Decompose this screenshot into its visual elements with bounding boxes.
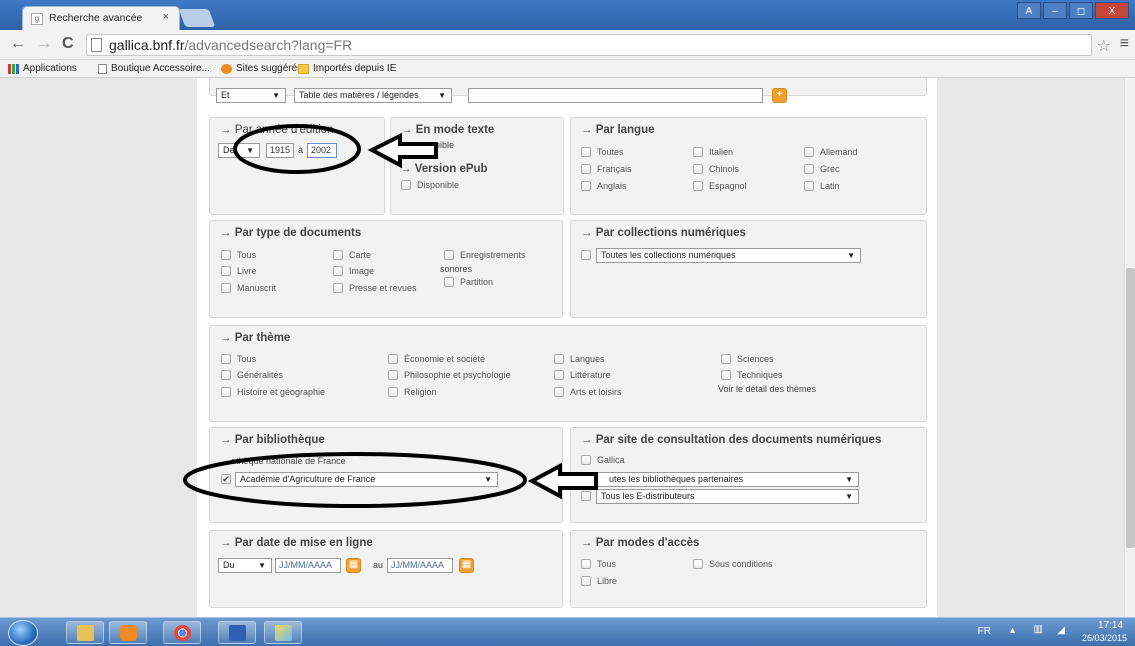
gallica-favicon-icon: g [31, 13, 43, 25]
chrome-menu-icon[interactable]: ≡ [1120, 35, 1129, 53]
taskbar-media[interactable] [109, 621, 147, 644]
browser-toolbar: ← → C gallica.bnf.fr/advancedsearch?lang… [0, 30, 1135, 60]
bookmark-applications[interactable]: Applications [8, 63, 77, 74]
suggested-sites-icon [221, 63, 232, 74]
browser-tab[interactable]: g Recherche avancée × [22, 6, 180, 30]
page-viewport: Et ▼ Table des matières / légendes ▼ + → P… [0, 78, 1135, 617]
page-scrollbar[interactable] [1124, 78, 1135, 617]
folder-icon [298, 63, 309, 74]
volume-icon[interactable]: ◢ [1057, 625, 1065, 636]
annotation-ellipse-year [233, 124, 361, 174]
tray-arrow-icon[interactable]: ▴ [1010, 625, 1015, 636]
close-button[interactable]: X [1095, 2, 1129, 19]
network-icon[interactable]: ▥ [1034, 624, 1043, 635]
bookmark-boutique[interactable]: Boutique Accessoire... [98, 63, 210, 74]
paint-icon [275, 625, 292, 641]
taskbar-paint[interactable] [264, 621, 302, 644]
tab-title: Recherche avancée [49, 12, 143, 24]
media-player-icon [120, 625, 137, 641]
windows-taskbar: FR ▴ ▥ ◢ 17:14 26/03/2015 [0, 617, 1135, 646]
maximize-button[interactable]: ◻ [1069, 2, 1093, 19]
taskbar-word[interactable] [218, 621, 256, 644]
forward-icon[interactable]: → [36, 35, 52, 53]
bookmark-importes-ie[interactable]: Importés depuis IE [298, 63, 396, 74]
scrollbar-thumb[interactable] [1126, 268, 1135, 548]
taskbar-chrome[interactable] [163, 621, 201, 644]
window-controls: A – ◻ X [1017, 2, 1129, 19]
explorer-icon [77, 625, 94, 641]
minimize-button[interactable]: – [1043, 2, 1067, 19]
bookmarks-bar: Applications Boutique Accessoire... Site… [0, 60, 1135, 78]
word-icon [229, 625, 246, 641]
page-icon [98, 63, 107, 74]
new-tab-button[interactable] [178, 9, 216, 27]
clock-time[interactable]: 17:14 [1098, 620, 1123, 631]
bookmark-star-icon[interactable]: ☆ [1097, 36, 1111, 56]
clock-date[interactable]: 26/03/2015 [1082, 633, 1127, 643]
apps-grid-icon [8, 63, 19, 74]
tab-close-icon[interactable]: × [163, 11, 169, 23]
annotation-overlay [183, 124, 598, 508]
bookmark-sites-suggeres[interactable]: Sites suggérés [221, 63, 302, 74]
reload-icon[interactable]: C [62, 35, 74, 53]
language-indicator[interactable]: FR [978, 626, 991, 637]
start-button-icon[interactable] [8, 620, 38, 646]
url-text: gallica.bnf.fr/advancedsearch?lang=FR [109, 37, 353, 53]
address-bar[interactable]: gallica.bnf.fr/advancedsearch?lang=FR [86, 34, 1092, 56]
chrome-icon [174, 625, 191, 641]
title-bar: g Recherche avancée × A – ◻ X [0, 0, 1135, 30]
taskbar-explorer[interactable] [66, 621, 104, 644]
annotation-arrow-library-icon [527, 462, 598, 500]
profile-button[interactable]: A [1017, 2, 1041, 19]
back-icon[interactable]: ← [10, 35, 26, 53]
annotation-arrow-year-icon [367, 132, 438, 169]
annotation-ellipse-library [183, 452, 527, 508]
page-icon [91, 38, 102, 52]
